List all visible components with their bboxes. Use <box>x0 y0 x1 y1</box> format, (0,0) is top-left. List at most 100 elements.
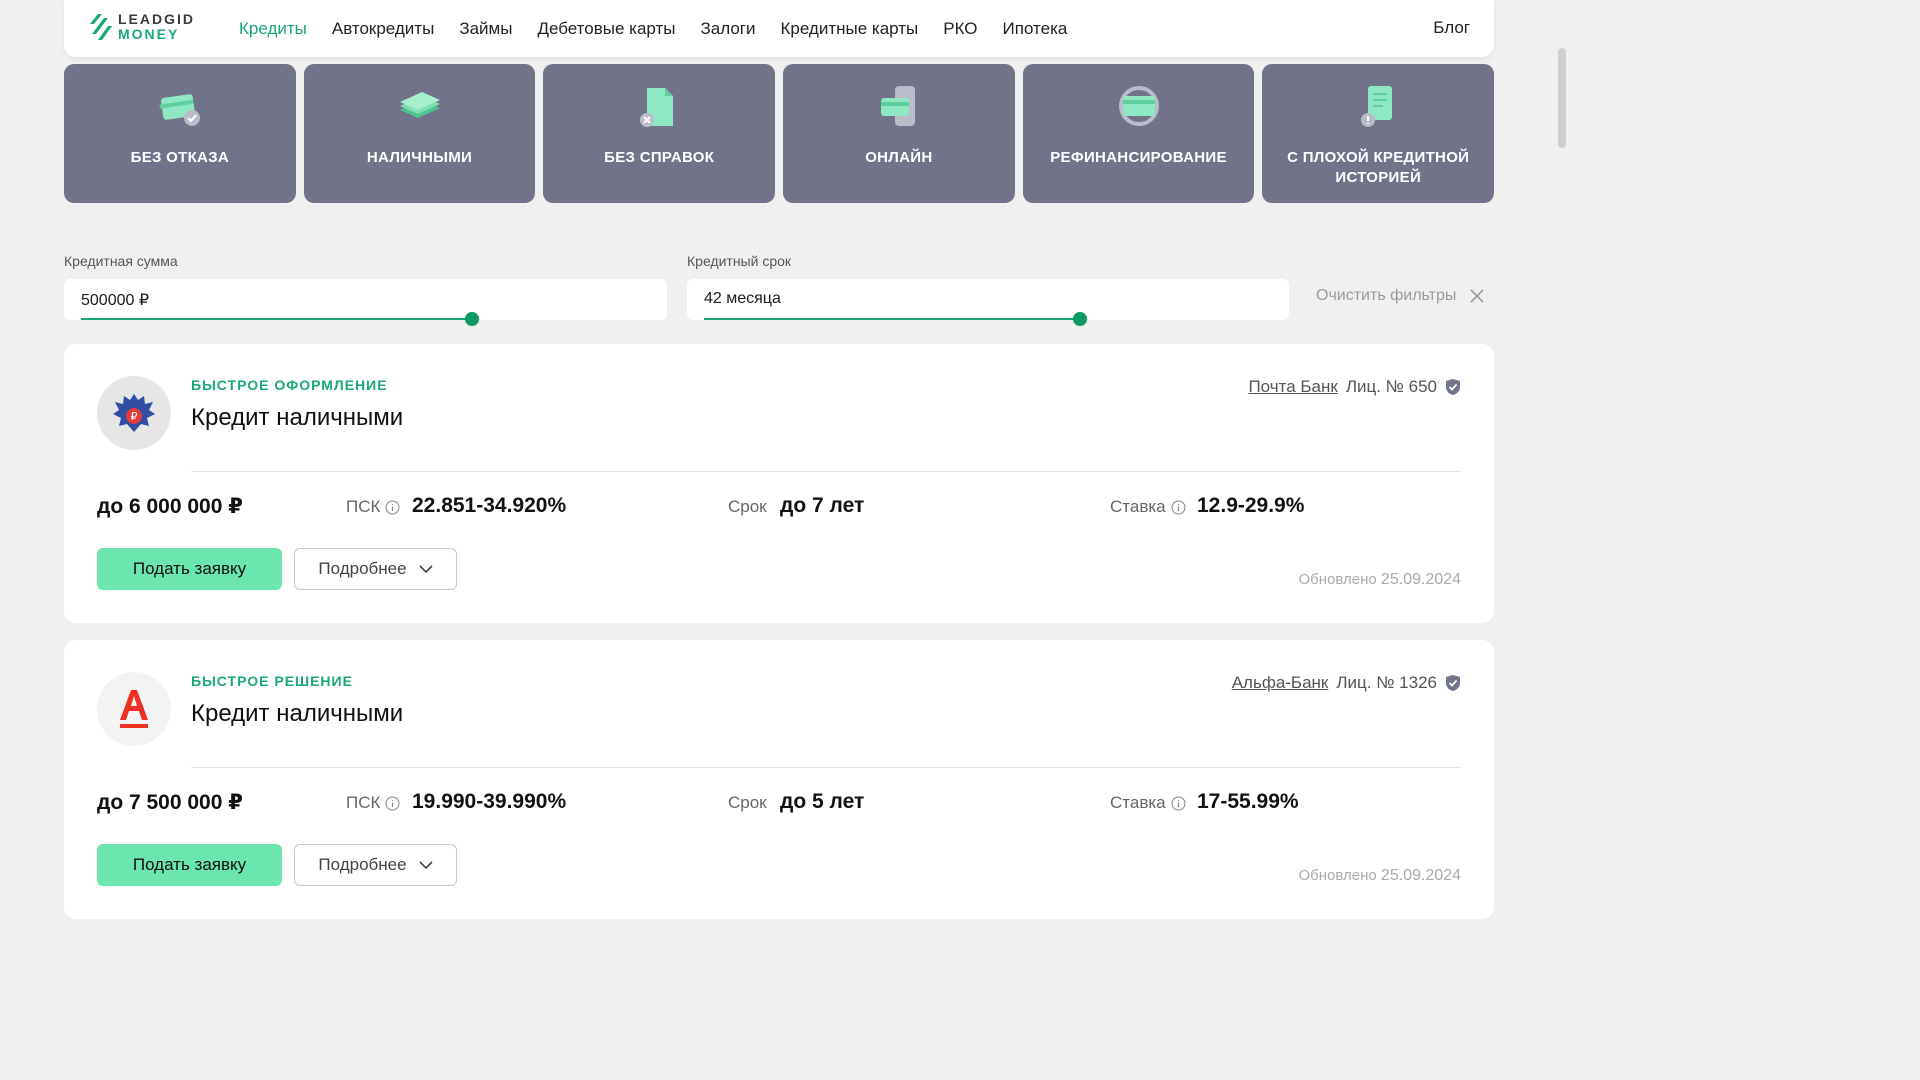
amount-slider-track[interactable] <box>81 318 473 320</box>
alfa-bank-logo <box>97 672 171 746</box>
shield-check-icon <box>1446 379 1460 395</box>
updated-value: 25.09.2024 <box>1380 867 1461 884</box>
bank-info: Почта Банк Лиц. № 650 <box>1248 377 1461 397</box>
rate-label-text: Ставка <box>1110 497 1166 516</box>
category-label: БЕЗ ОТКАЗА <box>130 149 230 166</box>
category-label: ОНЛАЙН <box>865 149 933 166</box>
term-slider-track[interactable] <box>704 318 1081 320</box>
term-filter[interactable]: 42 месяца <box>687 279 1289 326</box>
category-tile-cash[interactable]: НАЛИЧНЫМИ <box>303 64 536 203</box>
details-button[interactable]: Подробнее <box>294 844 457 886</box>
category-label: БЕЗ СПРАВОК <box>604 149 715 166</box>
apply-button[interactable]: Подать заявку <box>97 844 282 886</box>
eagle-emblem-icon: ₽ <box>113 394 155 432</box>
shield-check-icon <box>1446 675 1460 691</box>
amount-filter[interactable]: 500000 ₽ <box>64 279 667 326</box>
rate-label: Ставка <box>1110 793 1186 813</box>
updated-date: Обновлено 25.09.2024 <box>1299 571 1461 589</box>
logo-text: LEADGID MONEY <box>118 12 195 42</box>
psk-label-text: ПСК <box>346 793 381 812</box>
card-check-icon <box>156 84 204 130</box>
cash-stack-icon <box>396 84 444 130</box>
details-button[interactable]: Подробнее <box>294 548 457 590</box>
card-divider <box>191 471 1461 472</box>
psk-label: ПСК <box>346 497 400 517</box>
max-amount: до 7 500 000 ₽ <box>97 791 243 814</box>
amount-filter-label: Кредитная сумма <box>64 253 178 269</box>
logo-line1: LEADGID <box>118 11 195 27</box>
category-tile-no-docs[interactable]: БЕЗ СПРАВОК <box>543 64 776 203</box>
info-icon[interactable] <box>385 796 400 811</box>
category-tile-online[interactable]: ОНЛАЙН <box>783 64 1015 203</box>
rate-label-text: Ставка <box>1110 793 1166 812</box>
chevron-down-icon <box>419 860 433 869</box>
psk-value: 19.990-39.990% <box>412 790 567 813</box>
psk-value: 22.851-34.920% <box>412 494 567 517</box>
term-slider-handle[interactable] <box>1073 312 1087 326</box>
category-tile-bad-history[interactable]: С ПЛОХОЙ КРЕДИТНОЙ ИСТОРИЕЙ <box>1262 64 1495 203</box>
category-label: С ПЛОХОЙ КРЕДИТНОЙ ИСТОРИЕЙ <box>1287 149 1470 186</box>
category-tiles: БЕЗ ОТКАЗА НАЛИЧНЫМИ БЕЗ СПРАВОК ОНЛАЙН … <box>64 64 1495 203</box>
svg-text:₽: ₽ <box>131 411 138 423</box>
page-scrollbar[interactable] <box>1554 0 1568 882</box>
info-icon[interactable] <box>385 500 400 515</box>
nav-pledges[interactable]: Залоги <box>700 19 755 39</box>
rate-value: 17-55.99% <box>1197 790 1299 813</box>
bank-link[interactable]: Альфа-Банк <box>1232 673 1329 693</box>
offer-card: ₽ БЫСТРОЕ ОФОРМЛЕНИЕ Кредит наличными По… <box>64 344 1494 623</box>
offer-title: Кредит наличными <box>191 700 404 727</box>
psk-label-text: ПСК <box>346 497 381 516</box>
details-label: Подробнее <box>318 559 407 578</box>
document-x-icon <box>635 84 683 130</box>
phone-card-icon <box>875 84 923 130</box>
license-number: Лиц. № 1326 <box>1336 673 1437 692</box>
main-nav: Кредиты Автокредиты Займы Дебетовые карт… <box>239 0 1067 57</box>
card-divider <box>191 767 1461 768</box>
nav-debit-cards[interactable]: Дебетовые карты <box>537 19 675 39</box>
offer-card: БЫСТРОЕ РЕШЕНИЕ Кредит наличными Альфа-Б… <box>64 640 1494 919</box>
amount-input[interactable]: 500000 ₽ <box>81 290 149 310</box>
nav-loans[interactable]: Займы <box>459 19 512 39</box>
category-label: РЕФИНАНСИРОВАНИЕ <box>1050 149 1227 166</box>
nav-credits[interactable]: Кредиты <box>239 19 307 39</box>
nav-rko[interactable]: РКО <box>943 19 977 39</box>
nav-mortgage[interactable]: Ипотека <box>1003 19 1068 39</box>
pochta-bank-logo: ₽ <box>97 376 171 450</box>
term-value: до 5 лет <box>780 790 865 813</box>
term-label: Срок <box>728 793 767 812</box>
rate-label: Ставка <box>1110 497 1186 517</box>
category-tile-refinancing[interactable]: РЕФИНАНСИРОВАНИЕ <box>1022 64 1255 203</box>
term-value: до 7 лет <box>780 494 865 517</box>
amount-slider-handle[interactable] <box>465 312 479 326</box>
clear-filters-label: Очистить фильтры <box>1316 287 1457 304</box>
details-label: Подробнее <box>318 855 407 874</box>
card-refresh-icon <box>1115 84 1163 130</box>
updated-label: Обновлено <box>1298 571 1377 588</box>
nav-blog[interactable]: Блог <box>1433 18 1470 38</box>
bank-info: Альфа-Банк Лиц. № 1326 <box>1232 673 1461 693</box>
psk-label: ПСК <box>346 793 400 813</box>
site-logo[interactable]: LEADGID MONEY <box>88 12 195 42</box>
category-tile-no-refusal[interactable]: БЕЗ ОТКАЗА <box>64 64 296 203</box>
license-number: Лиц. № 650 <box>1345 377 1437 396</box>
apply-button[interactable]: Подать заявку <box>97 548 282 590</box>
rate-value: 12.9-29.9% <box>1197 494 1305 517</box>
chevron-down-icon <box>419 564 433 573</box>
clear-filters-button[interactable]: Очистить фильтры <box>1316 287 1486 305</box>
offer-badge: БЫСТРОЕ РЕШЕНИЕ <box>191 673 353 689</box>
nav-auto-credits[interactable]: Автокредиты <box>332 19 434 39</box>
bank-link[interactable]: Почта Банк <box>1248 377 1337 397</box>
close-icon <box>1470 289 1484 303</box>
offer-badge: БЫСТРОЕ ОФОРМЛЕНИЕ <box>191 377 388 393</box>
term-input[interactable]: 42 месяца <box>704 290 781 308</box>
category-label: НАЛИЧНЫМИ <box>366 149 473 166</box>
info-icon[interactable] <box>1171 796 1186 811</box>
document-warning-icon <box>1354 84 1402 130</box>
nav-credit-cards[interactable]: Кредитные карты <box>780 19 918 39</box>
term-label: Срок <box>728 497 767 516</box>
info-icon[interactable] <box>1171 500 1186 515</box>
scrollbar-thumb[interactable] <box>1558 48 1566 148</box>
offer-title: Кредит наличными <box>191 404 404 431</box>
updated-value: 25.09.2024 <box>1380 571 1461 588</box>
max-amount: до 6 000 000 ₽ <box>97 495 243 518</box>
